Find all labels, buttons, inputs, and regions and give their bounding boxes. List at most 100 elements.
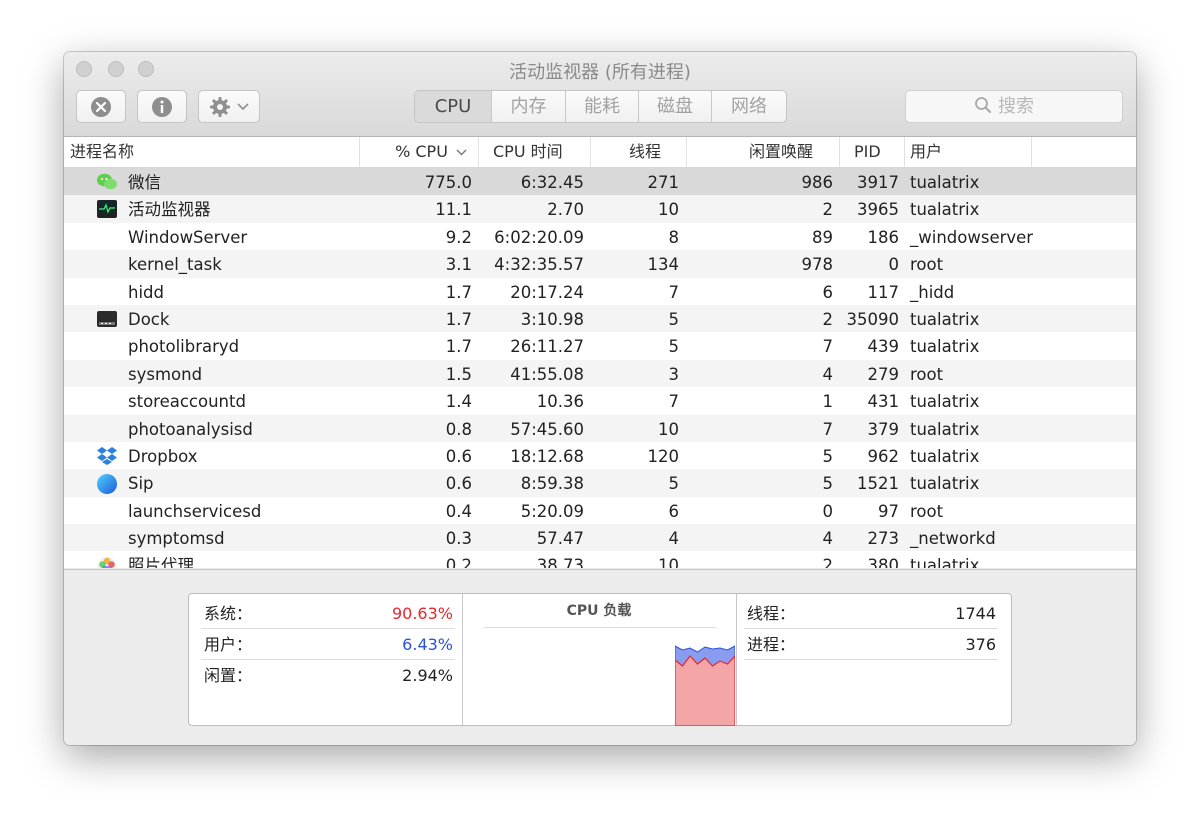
column-header-pid[interactable]: PID bbox=[839, 137, 904, 167]
threads-value: 1744 bbox=[955, 604, 996, 623]
column-header-name[interactable]: 进程名称 bbox=[70, 137, 350, 167]
cell-idle-wakeups: 978 bbox=[801, 255, 834, 275]
table-row[interactable]: storeaccountd 1.4 10.36 7 1 431 tualatrix bbox=[64, 387, 1136, 414]
stop-process-button[interactable] bbox=[76, 90, 126, 123]
inspect-process-button[interactable] bbox=[137, 90, 187, 123]
cell-idle-wakeups: 2 bbox=[822, 309, 834, 329]
cell-threads: 6 bbox=[668, 501, 680, 521]
cell-pid: 1521 bbox=[857, 474, 899, 494]
column-header-cpu-label: % CPU bbox=[395, 142, 448, 161]
table-row[interactable]: 照片代理 0.2 38.73 10 2 380 tualatrix bbox=[64, 551, 1136, 568]
cell-user: tualatrix bbox=[910, 309, 980, 329]
cell-idle-wakeups: 7 bbox=[822, 419, 834, 439]
table-row[interactable]: sysmond 1.5 41:55.08 3 4 279 root bbox=[64, 359, 1136, 388]
cell-idle-wakeups: 2 bbox=[822, 556, 834, 568]
table-row[interactable]: kernel_task 3.1 4:32:35.57 134 978 0 root bbox=[64, 250, 1136, 278]
column-header-threads[interactable]: 线程 bbox=[590, 137, 686, 167]
cell-user: tualatrix bbox=[910, 173, 980, 192]
table-row[interactable]: 活动监视器 11.1 2.70 10 2 3965 tualatrix bbox=[64, 195, 1136, 223]
cell-cpu: 1.5 bbox=[445, 364, 472, 384]
cell-pid: 97 bbox=[878, 501, 899, 521]
cell-user: _networkd bbox=[910, 529, 996, 549]
cell-threads: 5 bbox=[668, 309, 680, 329]
cell-threads: 4 bbox=[668, 529, 680, 549]
cell-threads: 3 bbox=[668, 364, 680, 384]
cell-process-name: photoanalysisd bbox=[128, 419, 253, 439]
cell-idle-wakeups: 5 bbox=[822, 446, 834, 466]
cell-cpu-time: 57:45.60 bbox=[510, 419, 584, 439]
cell-user: root bbox=[910, 255, 944, 275]
cell-process-name: launchservicesd bbox=[128, 501, 262, 521]
table-row[interactable]: 微信 775.0 6:32.45 271 986 3917 tualatrix bbox=[64, 168, 1136, 196]
cell-idle-wakeups: 7 bbox=[822, 337, 834, 357]
cell-idle-wakeups: 89 bbox=[812, 227, 833, 247]
cell-threads: 8 bbox=[668, 227, 680, 247]
cell-cpu-time: 6:32.45 bbox=[520, 173, 584, 192]
cell-idle-wakeups: 1 bbox=[822, 392, 834, 412]
cell-process-name: 照片代理 bbox=[128, 556, 194, 568]
cell-cpu: 775.0 bbox=[424, 173, 472, 192]
toolbar: 活动监视器 (所有进程) CPU 内存 能耗 磁盘 网络 搜索 bbox=[64, 52, 1136, 137]
table-row[interactable]: launchservicesd 0.4 5:20.09 6 0 97 root bbox=[64, 497, 1136, 524]
cell-cpu: 1.7 bbox=[445, 282, 472, 302]
cell-threads: 7 bbox=[668, 392, 680, 412]
cell-cpu-time: 6:02:20.09 bbox=[494, 227, 584, 247]
search-field[interactable] bbox=[905, 90, 1123, 123]
cell-cpu-time: 26:11.27 bbox=[510, 337, 584, 357]
processes-label: 进程： bbox=[747, 635, 796, 654]
cell-process-name: WindowServer bbox=[128, 227, 248, 247]
divider bbox=[736, 594, 737, 725]
cell-idle-wakeups: 5 bbox=[822, 474, 834, 494]
table-row[interactable]: photoanalysisd 0.8 57:45.60 10 7 379 tualatrix bbox=[64, 414, 1136, 442]
column-header-user[interactable]: 用户 bbox=[904, 137, 1032, 167]
search-input[interactable] bbox=[998, 96, 1054, 117]
table-row[interactable]: Dropbox 0.6 18:12.68 120 5 962 tualatrix bbox=[64, 442, 1136, 469]
photos-agent-icon bbox=[96, 555, 118, 568]
cpu-load-graph bbox=[675, 645, 735, 726]
tab-energy[interactable]: 能耗 bbox=[566, 91, 639, 122]
table-row[interactable]: photolibraryd 1.7 26:11.27 5 7 439 tualatrix bbox=[64, 332, 1136, 359]
column-header-idle-wakeups[interactable]: 闲置唤醒 bbox=[686, 137, 839, 167]
tab-network[interactable]: 网络 bbox=[712, 91, 786, 122]
activity-monitor-icon bbox=[96, 199, 118, 219]
idle-label: 闲置： bbox=[204, 666, 253, 685]
tab-cpu[interactable]: CPU bbox=[415, 91, 492, 122]
cell-user: _hidd bbox=[910, 282, 955, 302]
cell-user: tualatrix bbox=[910, 419, 980, 439]
divider bbox=[201, 628, 455, 629]
stop-process-icon bbox=[90, 96, 112, 118]
cell-pid: 0 bbox=[888, 255, 900, 275]
wechat-icon bbox=[96, 172, 118, 192]
tab-memory[interactable]: 内存 bbox=[492, 91, 566, 122]
table-row[interactable]: hidd 1.7 20:17.24 7 6 117 _hidd bbox=[64, 278, 1136, 305]
cell-process-name: symptomsd bbox=[128, 529, 225, 549]
cell-pid: 431 bbox=[867, 392, 900, 412]
table-row[interactable]: WindowServer 9.2 6:02:20.09 8 89 186 _windowse… bbox=[64, 223, 1136, 250]
table-row[interactable]: Sip 0.6 8:59.38 5 5 1521 tualatrix bbox=[64, 469, 1136, 497]
cell-process-name: hidd bbox=[128, 282, 164, 302]
table-row[interactable]: Dock 1.7 3:10.98 5 2 35090 tualatrix bbox=[64, 304, 1136, 333]
cell-user: _windowserver bbox=[910, 227, 1034, 247]
cell-user: root bbox=[910, 364, 944, 384]
cell-threads: 5 bbox=[668, 337, 680, 357]
threads-label: 线程： bbox=[747, 604, 796, 623]
cell-cpu: 3.1 bbox=[445, 255, 472, 275]
system-value: 90.63% bbox=[391, 604, 453, 623]
column-header-cpu[interactable]: % CPU bbox=[359, 137, 473, 167]
cell-cpu-time: 10.36 bbox=[536, 392, 584, 412]
actions-menu-button[interactable] bbox=[198, 90, 260, 123]
window-title: 活动监视器 (所有进程) bbox=[509, 62, 691, 83]
table-header: 进程名称 % CPU CPU 时间 线程 闲置唤醒 PID 用户 bbox=[64, 137, 1136, 168]
cell-idle-wakeups: 6 bbox=[822, 282, 834, 302]
cell-cpu: 1.4 bbox=[445, 392, 472, 412]
sip-icon bbox=[96, 473, 118, 495]
cell-user: tualatrix bbox=[910, 474, 980, 494]
cell-cpu-time: 5:20.09 bbox=[520, 501, 584, 521]
cell-cpu-time: 20:17.24 bbox=[510, 282, 584, 302]
cell-cpu-time: 8:59.38 bbox=[520, 474, 584, 494]
tab-disk[interactable]: 磁盘 bbox=[639, 91, 712, 122]
table-row[interactable]: symptomsd 0.3 57.47 4 4 273 _networkd bbox=[64, 524, 1136, 552]
column-header-cpu-time[interactable]: CPU 时间 bbox=[478, 137, 590, 167]
idle-value: 2.94% bbox=[402, 666, 453, 685]
divider bbox=[201, 659, 455, 660]
